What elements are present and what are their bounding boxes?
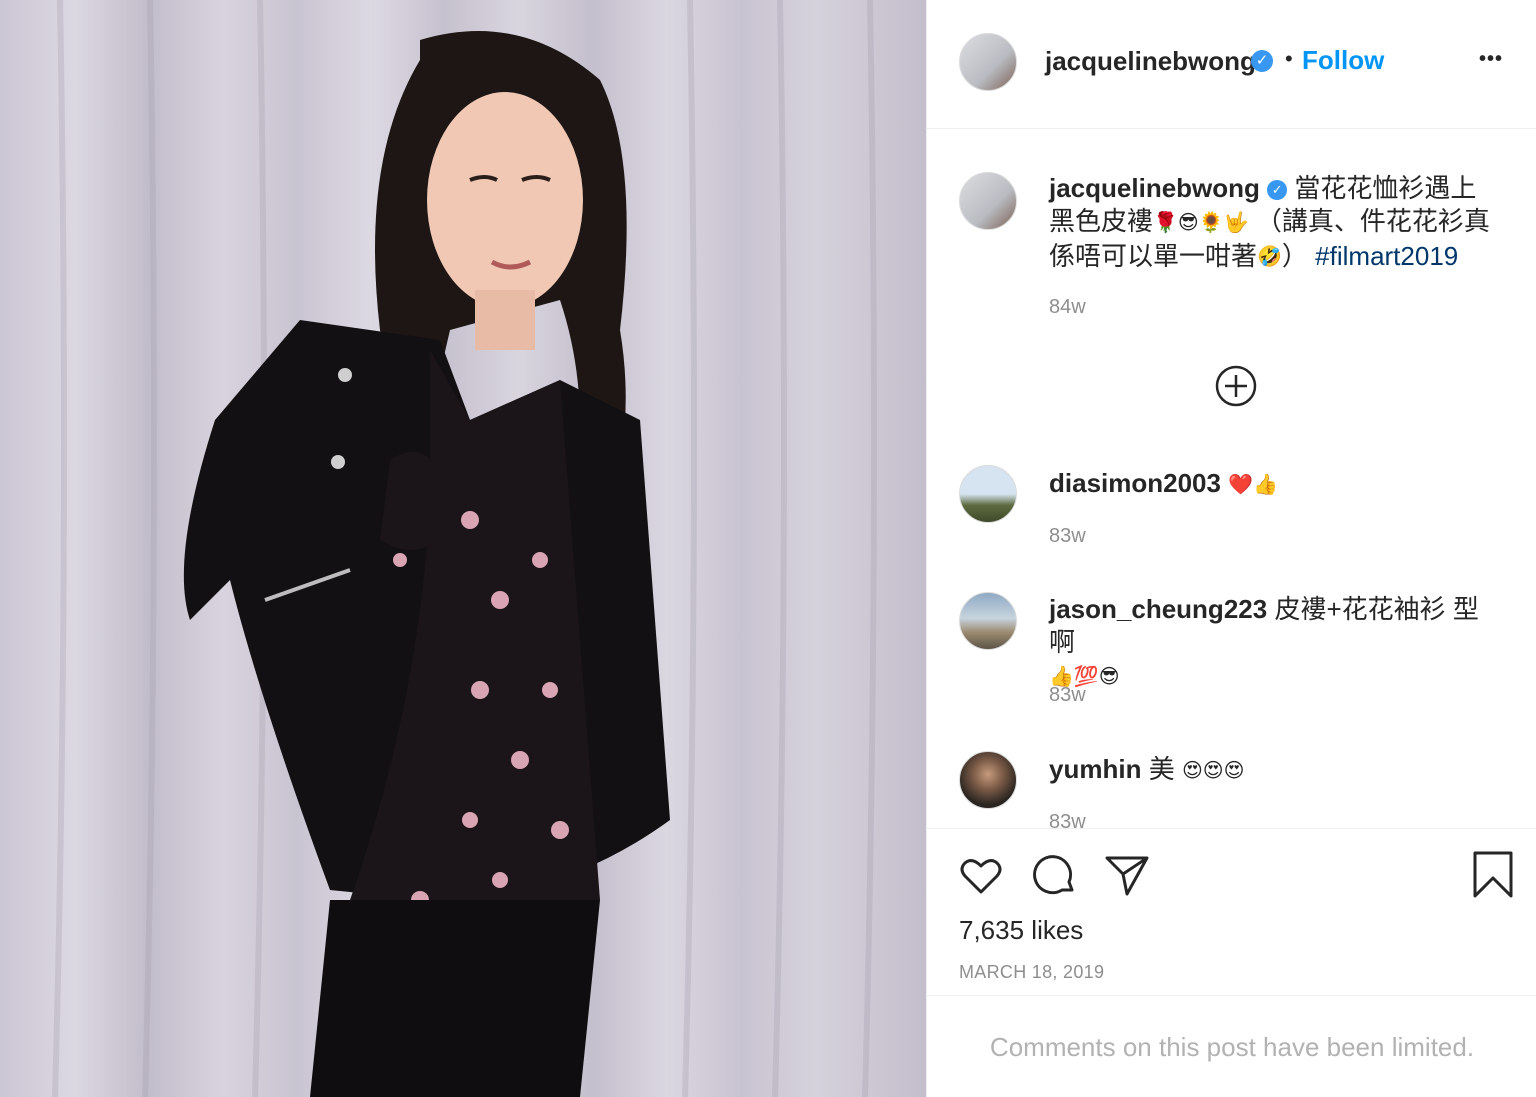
caption-hashtag[interactable]: #filmart2019: [1315, 241, 1458, 271]
heart-icon[interactable]: [957, 852, 1005, 900]
follow-separator: •: [1285, 46, 1293, 71]
author-avatar[interactable]: [959, 33, 1017, 91]
footer-divider: [927, 995, 1536, 996]
comment-icon[interactable]: [1030, 852, 1078, 900]
photo-illustration: [52, 0, 877, 1097]
comment-list: diasimon2003 ❤️👍 83w jason_cheung223 皮褸+…: [927, 440, 1536, 828]
commenter-username[interactable]: jason_cheung223: [1049, 594, 1267, 624]
comment-timestamp: 83w: [1049, 811, 1086, 828]
caption-username[interactable]: jacquelinebwong: [1049, 173, 1260, 203]
comment-emojis: ❤️👍: [1228, 473, 1279, 496]
commenter-avatar[interactable]: [959, 465, 1017, 523]
commenter-username[interactable]: diasimon2003: [1049, 468, 1221, 498]
commenter-avatar[interactable]: [959, 592, 1017, 650]
comment-timestamp: 83w: [1049, 525, 1086, 547]
post-side-panel: jacquelinebwong ✓ • Follow ••• jacquelin…: [926, 0, 1536, 1097]
post-header: jacquelinebwong ✓ • Follow •••: [927, 0, 1536, 129]
verified-badge-icon: ✓: [1251, 50, 1273, 72]
caption-text-3: ）: [1281, 240, 1308, 271]
comment-timestamp: 83w: [1049, 684, 1086, 706]
bookmark-icon[interactable]: [1471, 850, 1515, 900]
actions-divider: [927, 828, 1536, 829]
caption-emoji-2: 🤣: [1257, 246, 1282, 269]
comment-emojis: 😍😍😍: [1181, 759, 1245, 782]
commenter-avatar[interactable]: [959, 751, 1017, 809]
post-date: MARCH 18, 2019: [959, 962, 1105, 982]
likes-count[interactable]: 7,635 likes: [959, 915, 1083, 946]
author-username[interactable]: jacquelinebwong: [1045, 46, 1256, 77]
post-photo[interactable]: [0, 0, 926, 1097]
follow-button[interactable]: Follow: [1302, 45, 1384, 76]
verified-badge-icon: ✓: [1267, 180, 1288, 201]
caption: jacquelinebwong ✓ 當花花恤衫遇上黑色皮褸🌹😎🌻🤟 （講真、件花…: [1049, 172, 1499, 274]
commenter-username[interactable]: yumhin: [1049, 754, 1141, 784]
comments-limited-notice: Comments on this post have been limited.: [989, 1032, 1475, 1062]
send-icon[interactable]: [1103, 852, 1151, 900]
caption-emojis-1: 🌹😎🌻🤟: [1153, 211, 1249, 234]
caption-timestamp: 84w: [1049, 296, 1086, 318]
caption-avatar[interactable]: [959, 172, 1017, 230]
plus-circle-icon[interactable]: [1214, 364, 1258, 408]
comment-text: 美: [1148, 754, 1175, 784]
more-options-icon[interactable]: •••: [1479, 48, 1503, 71]
